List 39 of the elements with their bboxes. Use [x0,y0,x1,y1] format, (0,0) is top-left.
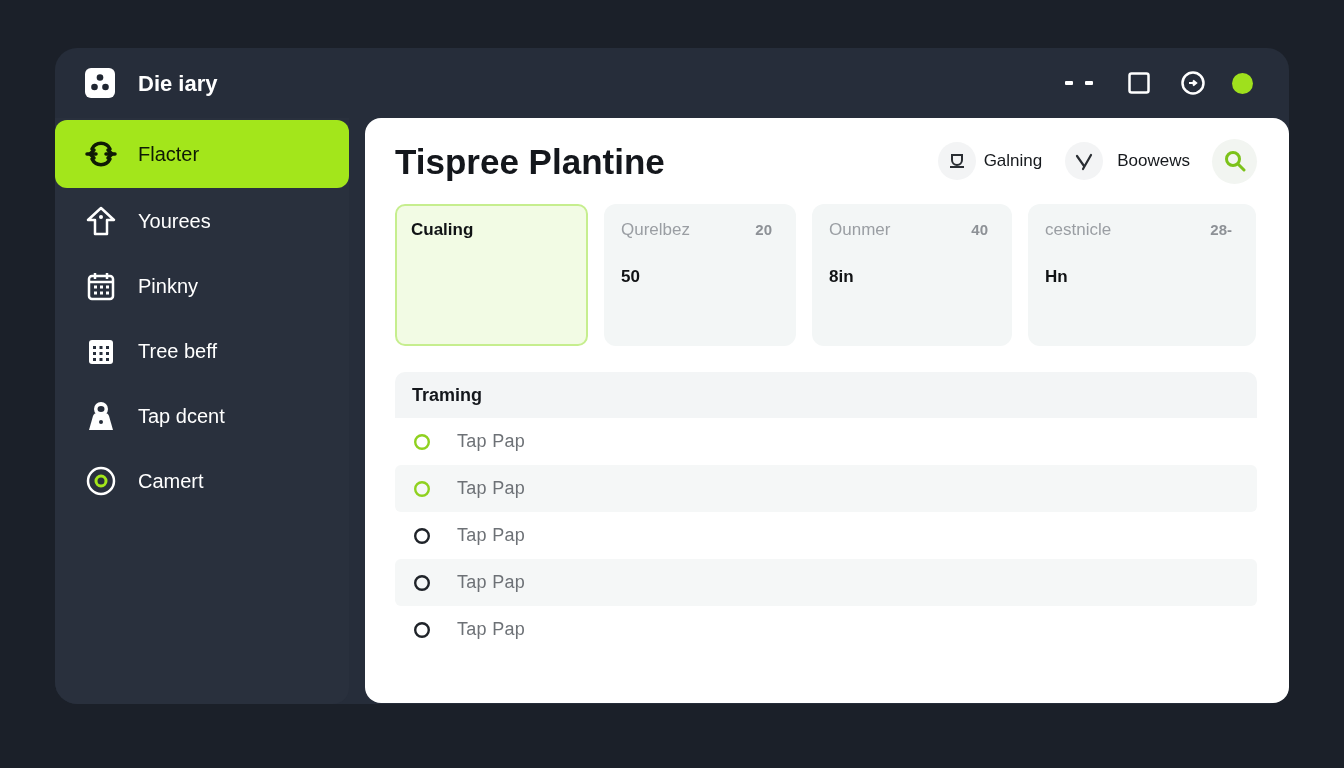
card-value: Hn [1045,266,1068,288]
card-title: cestnicle [1045,219,1112,242]
card-value: 50 [621,266,640,288]
sidebar-item[interactable]: Tree beff [55,318,349,383]
search-icon [1223,150,1246,172]
card-count: 28- [1210,219,1232,240]
toolbar-button[interactable]: Galning [937,142,1043,180]
target-icon [85,464,117,497]
card-title: Qurelbez [621,219,690,242]
stat-card[interactable]: cestnicle 28- Hn [1028,204,1256,346]
toolbar-button[interactable]: Boowews [1065,142,1190,180]
list-item-text: Tap Pap [457,571,526,594]
sidebar-item[interactable]: Flacter [55,120,349,188]
stat-card[interactable]: Qurelbez 20 50 [604,204,796,346]
list-item-text: Tap Pap [457,430,526,453]
page-title: Tispree Plantine [395,143,665,179]
list-title: Traming [412,383,482,407]
dice-logo-icon [85,68,115,98]
card-value: 8in [829,266,854,288]
y-shape-icon [1065,142,1104,180]
stat-card[interactable]: Cualing [395,204,588,346]
list-item-text: Tap Pap [457,618,526,641]
status-dot-icon [1232,72,1253,94]
card-title: Ounmer [829,219,891,242]
maximize-icon[interactable] [1128,72,1150,94]
list-item-text: Tap Pap [457,477,526,500]
card-count: 20 [755,219,772,240]
sidebar-item[interactable]: Camert [55,448,349,513]
cup-icon [937,142,976,180]
window-title: Die iary [138,69,218,98]
sidebar-item[interactable]: Tap dcent [55,383,349,448]
card-count: 40 [971,219,988,240]
stat-card[interactable]: Ounmer 40 8in [812,204,1012,346]
card-title: Cualing [411,219,474,242]
list-item-text: Tap Pap [457,524,526,547]
sidebar-item[interactable]: Yourees [55,188,349,253]
minimize-icon[interactable] [1065,80,1093,86]
sidebar-item[interactable]: Pinkny [55,253,349,318]
house-icon [85,204,117,237]
